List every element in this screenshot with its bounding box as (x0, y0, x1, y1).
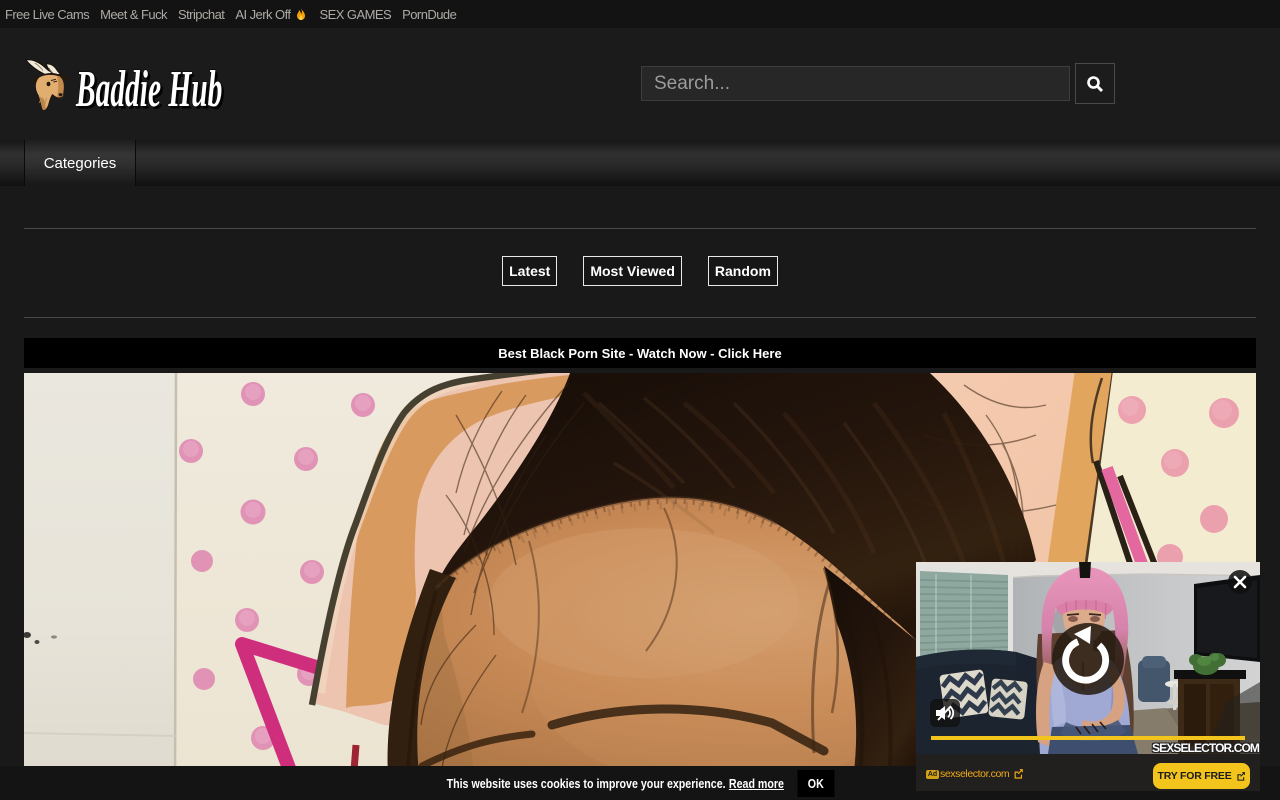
svg-text:Baddie Hub: Baddie Hub (75, 60, 222, 118)
